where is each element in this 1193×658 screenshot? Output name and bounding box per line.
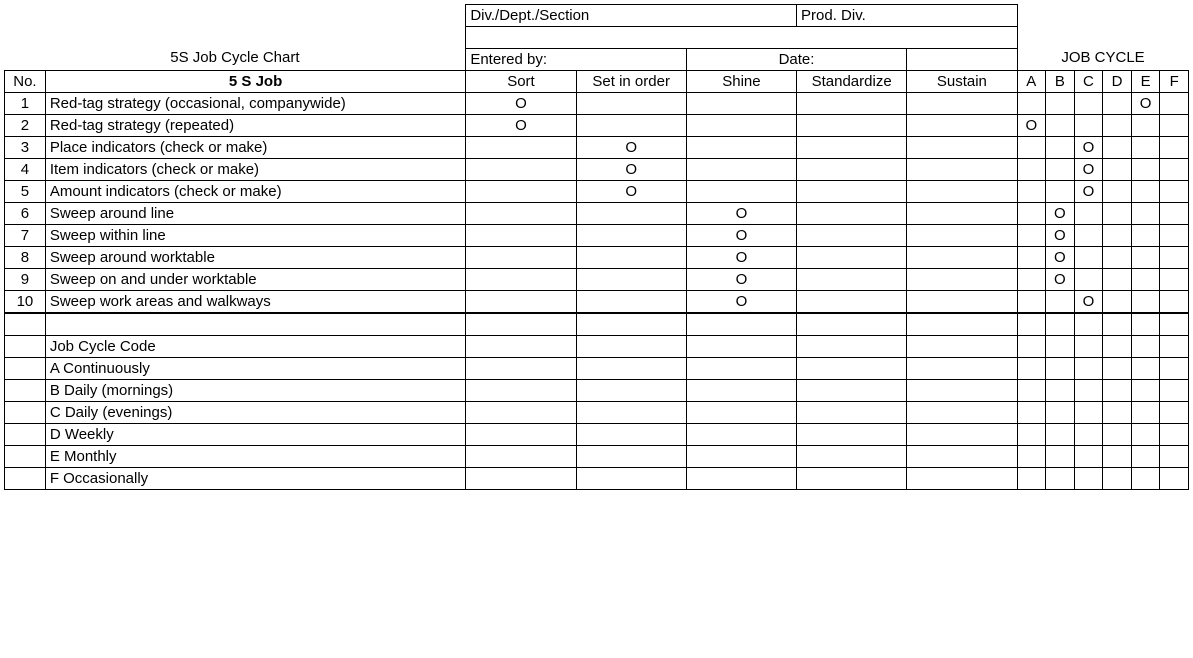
col-standardize: Standardize xyxy=(797,71,907,93)
col-job: 5 S Job xyxy=(45,71,466,93)
col-set-in-order: Set in order xyxy=(576,71,686,93)
spacer-row xyxy=(5,313,1189,335)
legend-row: F Occasionally xyxy=(5,467,1189,489)
legend-text: A Continuously xyxy=(45,357,466,379)
table-row: 2Red-tag strategy (repeated)OO xyxy=(5,115,1189,137)
legend-text: C Daily (evenings) xyxy=(45,401,466,423)
job-description: Amount indicators (check or make) xyxy=(45,181,466,203)
job-description: Red-tag strategy (repeated) xyxy=(45,115,466,137)
job-description: Red-tag strategy (occasional, companywid… xyxy=(45,93,466,115)
table-row: 1Red-tag strategy (occasional, companywi… xyxy=(5,93,1189,115)
legend-text: E Monthly xyxy=(45,445,466,467)
table-row: 10Sweep work areas and walkwaysOO xyxy=(5,291,1189,314)
table-row: 5Amount indicators (check or make)OO xyxy=(5,181,1189,203)
job-cycle-heading: JOB CYCLE xyxy=(1061,49,1144,66)
entered-by-label: Entered by: xyxy=(470,51,547,68)
col-cycle-a: A xyxy=(1017,71,1046,93)
div-dept-section-value xyxy=(466,27,1017,49)
col-cycle-f: F xyxy=(1160,71,1189,93)
legend-row: B Daily (mornings) xyxy=(5,379,1189,401)
column-header-row: No. 5 S Job Sort Set in order Shine Stan… xyxy=(5,71,1189,93)
table-row: 6Sweep around lineOO xyxy=(5,203,1189,225)
job-description: Sweep around worktable xyxy=(45,247,466,269)
legend-text: F Occasionally xyxy=(45,467,466,489)
job-description: Sweep on and under worktable xyxy=(45,269,466,291)
job-description: Sweep within line xyxy=(45,225,466,247)
job-description: Sweep work areas and walkways xyxy=(45,291,466,314)
col-sort: Sort xyxy=(466,71,576,93)
chart-title: 5S Job Cycle Chart xyxy=(170,49,299,66)
legend-text: B Daily (mornings) xyxy=(45,379,466,401)
table-row: 7Sweep within lineOO xyxy=(5,225,1189,247)
prod-div-label: Prod. Div. xyxy=(797,5,1017,27)
legend-row: A Continuously xyxy=(5,357,1189,379)
col-cycle-e: E xyxy=(1131,71,1160,93)
legend-row: E Monthly xyxy=(5,445,1189,467)
col-shine: Shine xyxy=(686,71,796,93)
col-cycle-d: D xyxy=(1103,71,1132,93)
date-label: Date: xyxy=(779,51,815,68)
job-cycle-chart-table: 5S Job Cycle Chart Div./Dept./Section Pr… xyxy=(4,4,1189,490)
legend-row: D Weekly xyxy=(5,423,1189,445)
date-value-cell xyxy=(907,49,1017,71)
table-row: 3Place indicators (check or make)OO xyxy=(5,137,1189,159)
col-sustain: Sustain xyxy=(907,71,1017,93)
col-no: No. xyxy=(5,71,46,93)
job-description: Sweep around line xyxy=(45,203,466,225)
job-description: Item indicators (check or make) xyxy=(45,159,466,181)
job-description: Place indicators (check or make) xyxy=(45,137,466,159)
legend-row: Job Cycle Code xyxy=(5,335,1189,357)
col-cycle-b: B xyxy=(1046,71,1075,93)
div-dept-section-label: Div./Dept./Section xyxy=(466,5,797,27)
legend-text: Job Cycle Code xyxy=(45,335,466,357)
legend-row: C Daily (evenings) xyxy=(5,401,1189,423)
table-row: 8Sweep around worktableOO xyxy=(5,247,1189,269)
table-row: 9Sweep on and under worktableOO xyxy=(5,269,1189,291)
col-cycle-c: C xyxy=(1074,71,1103,93)
table-row: 4Item indicators (check or make)OO xyxy=(5,159,1189,181)
legend-text: D Weekly xyxy=(45,423,466,445)
